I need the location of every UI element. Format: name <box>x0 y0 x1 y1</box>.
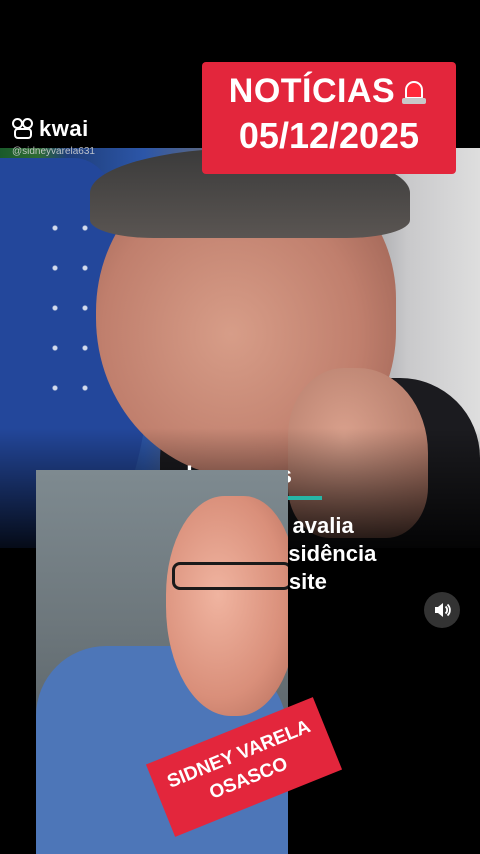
kwai-logo: kwai <box>12 116 89 142</box>
flag-stars <box>40 208 100 408</box>
presenter-glasses <box>172 562 288 590</box>
news-date: 05/12/2025 <box>238 115 420 156</box>
kwai-icon <box>12 118 34 140</box>
speaker-icon <box>435 603 451 617</box>
news-title: NOTÍCIAS <box>202 72 456 111</box>
news-badge: NOTÍCIAS 05/12/2025 <box>202 62 456 174</box>
siren-icon <box>399 77 429 105</box>
presenter-face <box>166 496 288 716</box>
sound-button[interactable] <box>424 592 460 628</box>
user-handle: @sidneyvarela631 <box>12 146 95 157</box>
kwai-wordmark: kwai <box>39 116 89 141</box>
